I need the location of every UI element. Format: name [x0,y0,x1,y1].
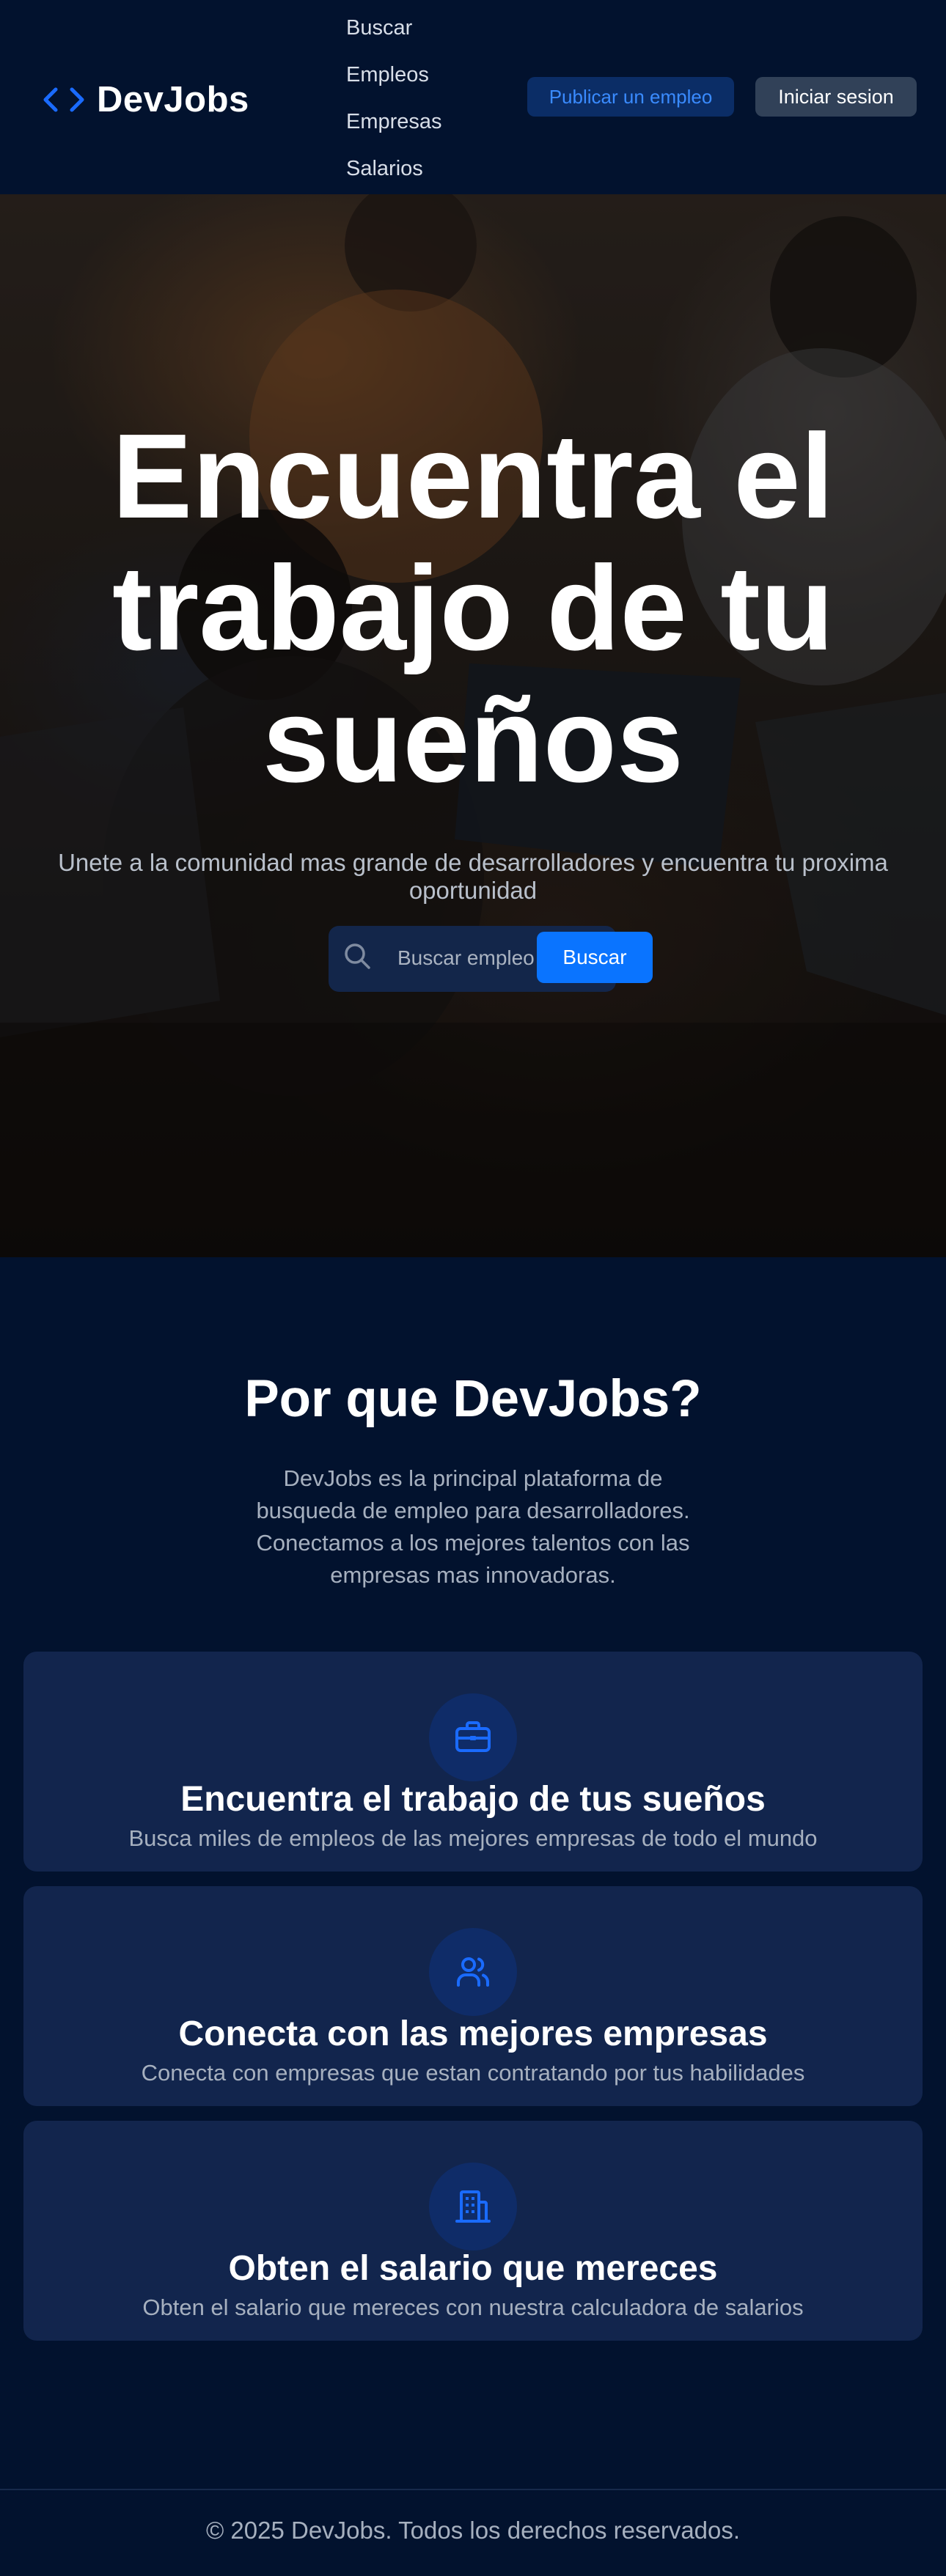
logo[interactable]: DevJobs [38,79,249,120]
nav-link-buscar[interactable]: Buscar [346,12,442,59]
feature-card-title: Encuentra el trabajo de tus sueños [180,1780,766,1819]
section-description: DevJobs es la principal plataforma de bu… [256,1465,690,1588]
briefcase-icon [429,1693,517,1781]
feature-card-title: Obten el salario que mereces [228,2249,718,2288]
nav-link-salarios[interactable]: Salarios [346,152,442,199]
feature-card-companies: Conecta con las mejores empresas Conecta… [23,1886,923,2106]
building-icon [429,2163,517,2251]
search-bar: Buscar [329,926,653,992]
nav-link-empresas[interactable]: Empresas [346,106,442,152]
feature-card-salary: Obten el salario que mereces Obten el sa… [23,2121,923,2341]
feature-card-text: Obten el salario que mereces con nuestra… [142,2295,804,2320]
logo-text: DevJobs [97,80,249,119]
feature-card-text: Conecta con empresas que estan contratan… [141,2060,805,2086]
feature-card-title: Conecta con las mejores empresas [178,2014,768,2053]
footer-copyright: © 2025 DevJobs. Todos los derechos reser… [205,2517,741,2544]
users-icon [429,1928,517,2016]
login-button[interactable]: Iniciar sesion [755,77,917,117]
main-nav: Buscar Empleos Empresas Salarios [346,12,442,199]
publish-job-button[interactable]: Publicar un empleo [527,77,734,117]
hero-subtitle: Unete a la comunidad mas grande de desar… [58,849,888,904]
code-brackets-icon [38,81,89,118]
search-input[interactable] [397,942,540,974]
hero-section: Encuentra el trabajo de tu sueños Unete … [0,194,946,1257]
search-button[interactable]: Buscar [537,932,653,983]
footer-divider [0,2489,946,2490]
hero-title: Encuentra el trabajo de tu sueños [111,409,835,807]
nav-link-empleos[interactable]: Empleos [346,59,442,106]
feature-card-text: Busca miles de empleos de las mejores em… [128,1825,818,1851]
feature-card-jobs: Encuentra el trabajo de tus sueños Busca… [23,1652,923,1872]
site-header: DevJobs Buscar Empleos Empresas Salarios… [0,0,946,194]
section-title: Por que DevJobs? [244,1370,702,1428]
search-icon [339,938,375,974]
